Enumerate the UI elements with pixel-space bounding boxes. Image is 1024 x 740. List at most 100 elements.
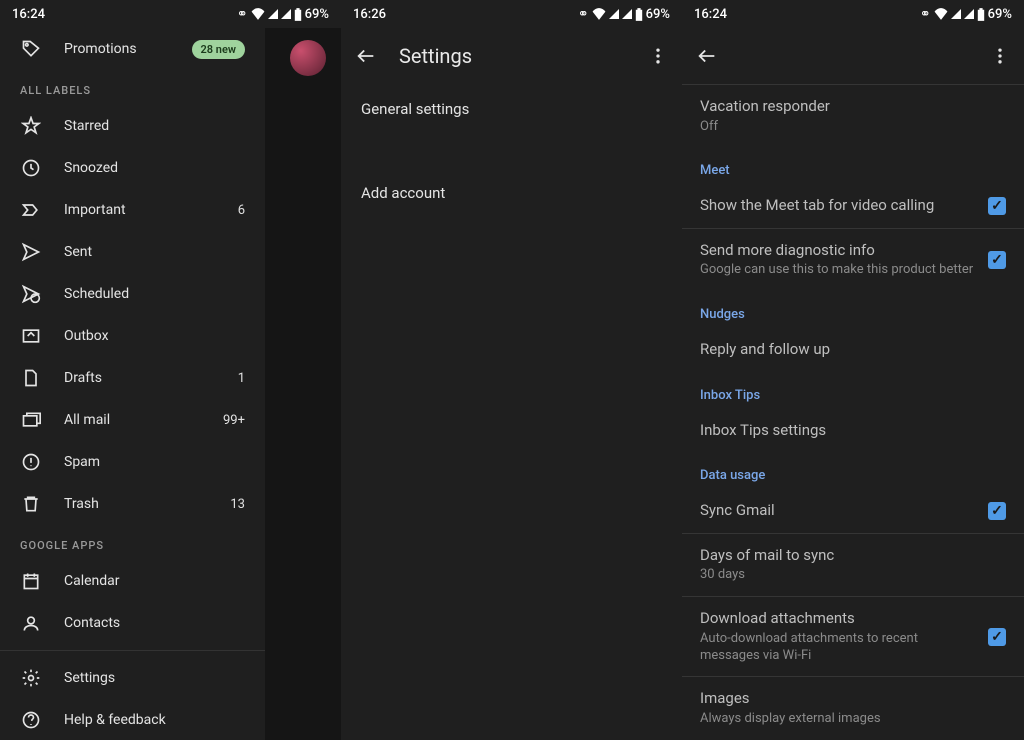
sidebar-item-starred[interactable]: Starred	[0, 105, 265, 147]
settings-row-download[interactable]: Download attachments Auto-download attac…	[682, 597, 1024, 676]
sidebar-item-label: Promotions	[64, 41, 170, 57]
sidebar-item-label: Outbox	[64, 328, 245, 344]
row-title: Reply and follow up	[700, 340, 1006, 360]
checkbox-icon[interactable]: ✓	[988, 251, 1006, 269]
overflow-menu-icon[interactable]	[648, 46, 668, 66]
row-title: Show the Meet tab for video calling	[700, 196, 976, 216]
settings-row-nudges[interactable]: Reply and follow up	[682, 328, 1024, 372]
signal-icon	[964, 8, 974, 20]
sidebar-item-settings[interactable]: Settings	[0, 657, 265, 699]
battery-text: 69%	[305, 7, 329, 22]
row-title: Inbox Tips settings	[700, 421, 1006, 441]
sidebar-item-label: Drafts	[64, 370, 216, 386]
content-backdrop	[265, 28, 341, 740]
back-button[interactable]	[355, 45, 377, 67]
clock: 16:24	[694, 7, 727, 22]
settings-item-general[interactable]: General settings	[341, 84, 682, 134]
sidebar-item-promotions[interactable]: Promotions 28 new	[0, 28, 265, 70]
wifi-icon	[592, 8, 606, 20]
battery-icon	[977, 8, 985, 21]
row-title: Vacation responder	[700, 97, 1006, 117]
sidebar-item-outbox[interactable]: Outbox	[0, 315, 265, 357]
sidebar-item-label: Trash	[64, 496, 208, 512]
sidebar-item-spam[interactable]: Spam	[0, 441, 265, 483]
sidebar-item-contacts[interactable]: Contacts	[0, 602, 265, 644]
row-title: Sync Gmail	[700, 501, 976, 521]
sidebar-item-trash[interactable]: Trash 13	[0, 483, 265, 525]
page-title: Settings	[399, 44, 626, 68]
wifi-icon	[251, 8, 265, 20]
checkbox-icon[interactable]: ✓	[988, 197, 1006, 215]
signal-icon	[622, 8, 632, 20]
settings-item-add-account[interactable]: Add account	[341, 168, 682, 218]
signal-icon	[609, 8, 619, 20]
sidebar-item-label: Spam	[64, 454, 245, 470]
star-icon	[20, 115, 42, 137]
sidebar-item-label: Help & feedback	[64, 712, 245, 728]
section-header: Meet	[682, 147, 1024, 184]
count: 6	[238, 203, 245, 218]
battery-icon	[294, 8, 302, 21]
settings-list-panel: 16:26 ⚭ 69% Settings General settings Ad…	[341, 0, 682, 740]
vpn-icon: ⚭	[920, 7, 931, 22]
overflow-menu-icon[interactable]	[990, 46, 1010, 66]
clock: 16:24	[12, 7, 45, 22]
calendar-icon	[20, 570, 42, 592]
sidebar-item-label: Settings	[64, 670, 245, 686]
sidebar-item-sent[interactable]: Sent	[0, 231, 265, 273]
sidebar-item-calendar[interactable]: Calendar	[0, 560, 265, 602]
sidebar-item-label: Starred	[64, 118, 223, 134]
section-header: ALL LABELS	[0, 70, 265, 105]
count: 13	[230, 497, 245, 512]
back-button[interactable]	[696, 45, 718, 67]
app-bar: Settings	[341, 28, 682, 84]
settings-row-meet[interactable]: Show the Meet tab for video calling ✓	[682, 184, 1024, 228]
status-icons: ⚭ 69%	[578, 7, 670, 22]
drawer-panel: 16:24 ⚭ 69% Promotions 28 new	[0, 0, 341, 740]
sidebar-item-help[interactable]: Help & feedback	[0, 699, 265, 740]
signal-icon	[951, 8, 961, 20]
send-icon	[20, 241, 42, 263]
section-header: GOOGLE APPS	[0, 525, 265, 560]
clock-icon	[20, 157, 42, 179]
status-icons: ⚭ 69%	[920, 7, 1012, 22]
settings-row-tips[interactable]: Inbox Tips settings	[682, 409, 1024, 453]
avatar[interactable]	[290, 40, 326, 76]
checkbox-icon[interactable]: ✓	[988, 628, 1006, 646]
row-subtitle: Always display external images	[700, 711, 1006, 728]
sidebar-item-important[interactable]: Important 6	[0, 189, 265, 231]
row-subtitle: Google can use this to make this product…	[700, 262, 976, 279]
sidebar-item-label: Calendar	[64, 573, 245, 589]
settings-row-diagnostic[interactable]: Send more diagnostic info Google can use…	[682, 229, 1024, 291]
status-bar: 16:26 ⚭ 69%	[341, 0, 682, 28]
file-icon	[20, 367, 42, 389]
tag-icon	[20, 38, 42, 60]
list-item-label: General settings	[361, 100, 469, 118]
sidebar-item-label: Sent	[64, 244, 245, 260]
settings-row-vacation[interactable]: Vacation responder Off	[682, 85, 1024, 147]
sidebar-item-scheduled[interactable]: Scheduled	[0, 273, 265, 315]
sidebar-item-label: Scheduled	[64, 286, 245, 302]
list-item-label: Add account	[361, 184, 445, 202]
outbox-icon	[20, 325, 42, 347]
status-icons: ⚭ 69%	[237, 7, 329, 22]
divider	[0, 650, 265, 651]
sidebar-item-allmail[interactable]: All mail 99+	[0, 399, 265, 441]
spam-icon	[20, 451, 42, 473]
checkbox-icon[interactable]: ✓	[988, 502, 1006, 520]
sidebar-item-snoozed[interactable]: Snoozed	[0, 147, 265, 189]
row-subtitle: 30 days	[700, 567, 1006, 584]
section-header: Nudges	[682, 291, 1024, 328]
signal-icon	[268, 8, 278, 20]
settings-row-days[interactable]: Days of mail to sync 30 days	[682, 534, 1024, 596]
row-title: Send more diagnostic info	[700, 241, 976, 261]
battery-text: 69%	[988, 7, 1012, 22]
settings-row-images[interactable]: Images Always display external images	[682, 677, 1024, 739]
row-title: Download attachments	[700, 609, 976, 629]
section-header: Inbox Tips	[682, 372, 1024, 409]
row-subtitle: Off	[700, 119, 1006, 136]
settings-row-sync[interactable]: Sync Gmail ✓	[682, 489, 1024, 533]
sidebar-item-label: All mail	[64, 412, 201, 428]
sidebar-item-drafts[interactable]: Drafts 1	[0, 357, 265, 399]
vpn-icon: ⚭	[237, 7, 248, 22]
